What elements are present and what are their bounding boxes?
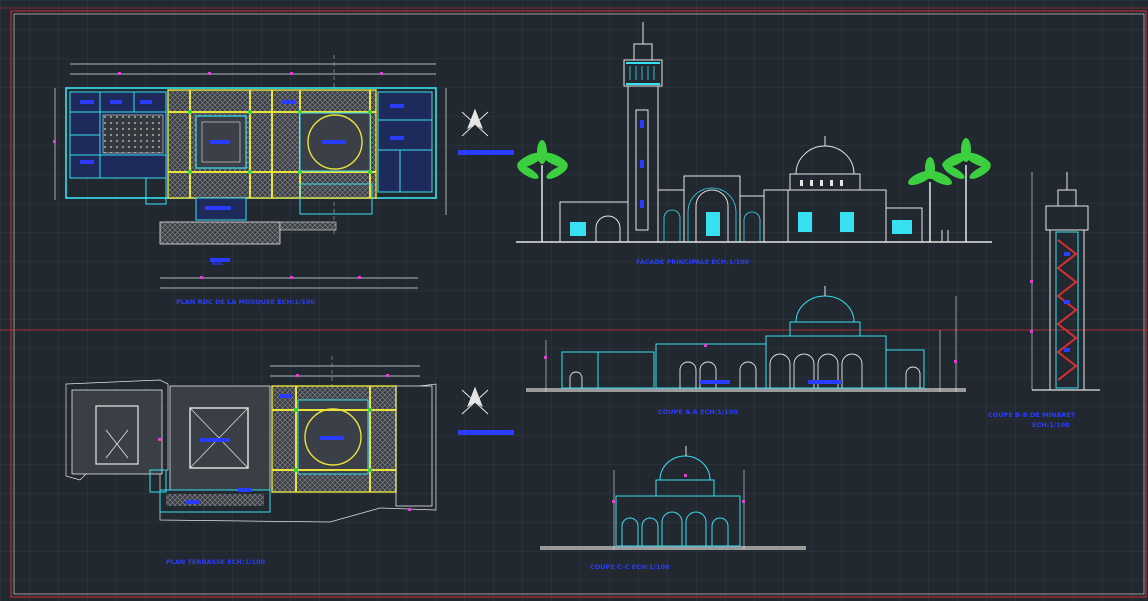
north-tag-2: ECH:1/100 <box>459 430 485 436</box>
minaret-section-title: COUPE B-B DE MINARET <box>988 411 1076 419</box>
plan-ground-small-tag: RDC <box>212 261 224 267</box>
section-aa-title: COUPE A-A ECH:1/100 <box>658 408 738 416</box>
section-cc-title: COUPE C-C ECH:1/100 <box>590 563 670 571</box>
plan-upper-title: PLAN TERRASSE ECH:1/100 <box>166 558 266 566</box>
elevation-main-title: FACADE PRINCIPALE ECH:1/100 <box>636 258 750 266</box>
cad-drawing-canvas[interactable]: RDC PLAN RDC DE LA MOSQUEE ECH:1/100 ECH… <box>0 0 1148 601</box>
minaret-section-scale: ECH:1/100 <box>1032 421 1070 429</box>
north-tag-1: ECH:1/100 <box>459 150 485 156</box>
plan-ground-title: PLAN RDC DE LA MOSQUEE ECH:1/100 <box>176 298 315 306</box>
